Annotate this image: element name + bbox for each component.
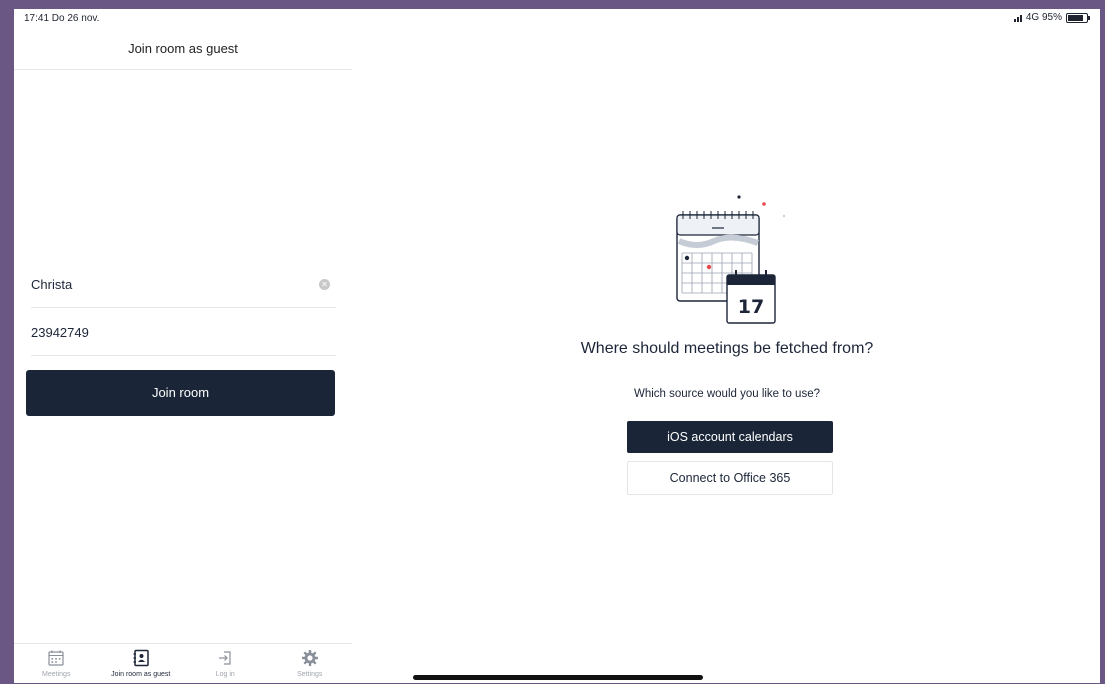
main-title: Where should meetings be fetched from? — [580, 340, 874, 357]
calendar-day-number: 17 — [738, 296, 764, 318]
join-room-button[interactable]: Join room — [26, 370, 335, 416]
tab-log-in[interactable]: Log in — [183, 644, 268, 683]
tab-label: Settings — [297, 671, 323, 678]
tab-bar: Meetings Join room as guest Log in Setti… — [14, 643, 352, 683]
name-value: Christa — [31, 277, 73, 292]
clear-icon[interactable]: ✕ — [319, 279, 330, 290]
tab-join-room-as-guest[interactable]: Join room as guest — [99, 644, 184, 683]
name-field[interactable]: Christa ✕ — [31, 267, 336, 308]
battery-icon — [1066, 12, 1090, 23]
calendar-illustration: 17 — [676, 195, 785, 324]
sidebar-title: Join room as guest — [14, 25, 352, 70]
tab-meetings[interactable]: Meetings — [14, 644, 99, 683]
calendar-icon — [48, 650, 64, 666]
room-number-value: 23942749 — [31, 325, 89, 340]
gear-icon — [301, 650, 318, 666]
sidebar: Join room as guest Christa ✕ 23942749 Jo… — [14, 25, 352, 683]
status-bar: 17:41 Do 26 nov. 4G 95% — [14, 9, 1100, 25]
tab-label: Meetings — [42, 671, 71, 678]
main-content: 17 Where should meetings be fetched from… — [352, 25, 1100, 683]
status-indicators: 4G 95% — [1013, 12, 1090, 23]
home-indicator[interactable] — [413, 675, 703, 680]
signal-icon — [1013, 14, 1022, 22]
status-time: 17:41 Do 26 nov. — [24, 13, 100, 24]
ipad-screen: 17:41 Do 26 nov. 4G 95% Join room as gue… — [14, 9, 1100, 683]
contact-card-icon — [133, 649, 149, 667]
tab-settings[interactable]: Settings — [268, 644, 353, 683]
login-icon — [219, 651, 231, 665]
office365-button[interactable]: Connect to Office 365 — [627, 461, 833, 495]
ios-calendars-button[interactable]: iOS account calendars — [627, 421, 833, 453]
network-battery-text: 4G 95% — [1025, 12, 1062, 23]
room-number-field[interactable]: 23942749 — [31, 315, 336, 356]
main-subtitle: Which source would you like to use? — [633, 388, 820, 400]
tab-label: Join room as guest — [111, 671, 171, 678]
tab-label: Log in — [215, 671, 235, 678]
